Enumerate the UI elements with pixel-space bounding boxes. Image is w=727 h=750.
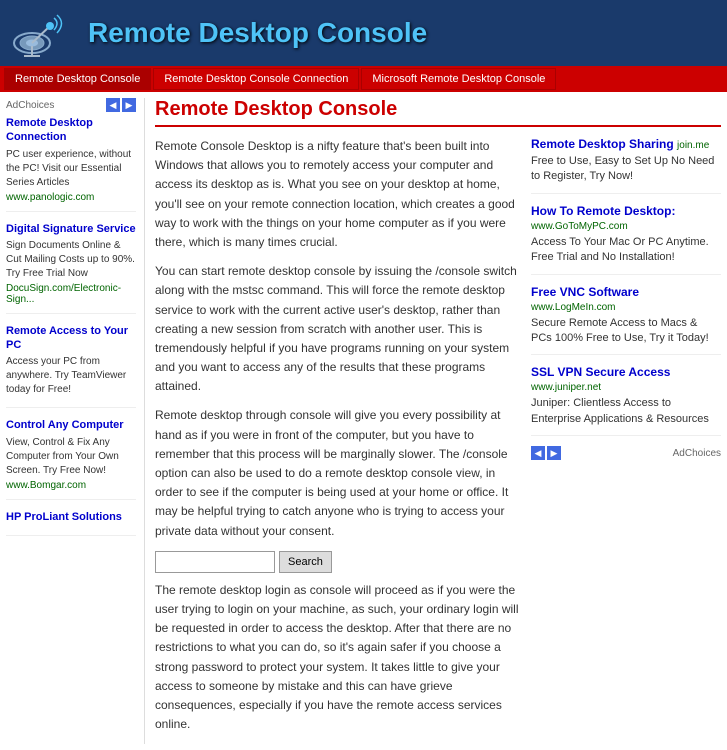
right-ad-prev[interactable]: ◀ — [531, 446, 545, 460]
article-para-3: The remote desktop login as console will… — [155, 581, 519, 735]
nav-bar: Remote Desktop Console Remote Desktop Co… — [0, 66, 727, 92]
content-title: Remote Desktop Console — [155, 98, 721, 127]
sidebar-ad-4-title[interactable]: HP ProLiant Solutions — [6, 510, 136, 524]
right-ad-1-title[interactable]: How To Remote Desktop: www.GoToMyPC.com — [531, 204, 721, 232]
site-title: Remote Desktop Console — [88, 17, 427, 49]
sidebar-ad-prev[interactable]: ◀ — [106, 98, 120, 112]
sidebar-ad-4: HP ProLiant Solutions — [6, 510, 136, 536]
sidebar-ad-2: Remote Access to Your PC Access your PC … — [6, 324, 136, 409]
right-ad-footer: ◀ ▶ AdChoices — [531, 446, 721, 460]
right-ad-3: SSL VPN Secure Access www.juniper.net Ju… — [531, 365, 721, 436]
sidebar-ad-3-url: www.Bomgar.com — [6, 480, 136, 491]
right-ad-choices-label: AdChoices — [673, 448, 721, 459]
sidebar-ad-1-url: DocuSign.com/Electronic-Sign... — [6, 283, 136, 305]
right-ad-nav: ◀ ▶ — [531, 446, 561, 460]
sidebar-ad-0: Remote Desktop Connection PC user experi… — [6, 116, 136, 212]
satellite-icon — [12, 8, 72, 58]
nav-item-rdcc[interactable]: Remote Desktop Console Connection — [153, 68, 359, 90]
right-ad-2-title[interactable]: Free VNC Software www.LogMeIn.com — [531, 285, 721, 313]
right-ad-next[interactable]: ▶ — [547, 446, 561, 460]
content-body: Remote Console Desktop is a nifty featur… — [155, 137, 721, 744]
sidebar-ad-next[interactable]: ▶ — [122, 98, 136, 112]
sidebar-ad-3: Control Any Computer View, Control & Fix… — [6, 418, 136, 499]
sidebar-ad-0-title[interactable]: Remote Desktop Connection — [6, 116, 136, 145]
right-ad-0: Remote Desktop Sharing join.me Free to U… — [531, 137, 721, 194]
right-ads: Remote Desktop Sharing join.me Free to U… — [531, 137, 721, 744]
search-button[interactable]: Search — [279, 551, 332, 573]
right-ad-0-title[interactable]: Remote Desktop Sharing join.me — [531, 137, 721, 151]
sidebar: AdChoices ◀ ▶ Remote Desktop Connection … — [6, 98, 136, 744]
right-ad-2-text: Secure Remote Access to Macs & PCs 100% … — [531, 316, 721, 347]
header: Remote Desktop Console — [0, 0, 727, 66]
nav-item-rdc[interactable]: Remote Desktop Console — [4, 68, 151, 90]
nav-item-mrdc[interactable]: Microsoft Remote Desktop Console — [361, 68, 556, 90]
right-ad-3-text: Juniper: Clientless Access to Enterprise… — [531, 396, 721, 427]
sidebar-ad-0-url: www.panologic.com — [6, 192, 136, 203]
sidebar-ad-nav: ◀ ▶ — [106, 98, 136, 112]
sidebar-ad-1: Digital Signature Service Sign Documents… — [6, 222, 136, 314]
sidebar-ad-2-text: Access your PC from anywhere. Try TeamVi… — [6, 355, 136, 397]
ad-choices-label: AdChoices — [6, 100, 54, 111]
sidebar-ad-2-title[interactable]: Remote Access to Your PC — [6, 324, 136, 353]
right-ad-0-text: Free to Use, Easy to Set Up No Need to R… — [531, 154, 721, 185]
article-text: Remote Console Desktop is a nifty featur… — [155, 137, 519, 744]
main-layout: AdChoices ◀ ▶ Remote Desktop Connection … — [0, 92, 727, 750]
right-ad-1-text: Access To Your Mac Or PC Anytime. Free T… — [531, 235, 721, 266]
ad-choices-header: AdChoices ◀ ▶ — [6, 98, 136, 112]
sidebar-ad-0-text: PC user experience, without the PC! Visi… — [6, 148, 136, 190]
article-para-2: Remote desktop through console will give… — [155, 406, 519, 540]
right-ad-2: Free VNC Software www.LogMeIn.com Secure… — [531, 285, 721, 356]
sidebar-ad-3-text: View, Control & Fix Any Computer from Yo… — [6, 436, 136, 478]
search-input[interactable] — [155, 551, 275, 573]
right-ad-3-title[interactable]: SSL VPN Secure Access www.juniper.net — [531, 365, 721, 393]
content: Remote Desktop Console Remote Console De… — [144, 98, 721, 744]
sidebar-ad-1-text: Sign Documents Online & Cut Mailing Cost… — [6, 239, 136, 281]
article-para-1: You can start remote desktop console by … — [155, 262, 519, 396]
bottom-input-area: Search — [155, 551, 519, 573]
sidebar-ad-3-title[interactable]: Control Any Computer — [6, 418, 136, 432]
sidebar-ad-1-title[interactable]: Digital Signature Service — [6, 222, 136, 236]
logo — [12, 8, 72, 58]
article-para-0: Remote Console Desktop is a nifty featur… — [155, 137, 519, 252]
right-ad-1: How To Remote Desktop: www.GoToMyPC.com … — [531, 204, 721, 275]
